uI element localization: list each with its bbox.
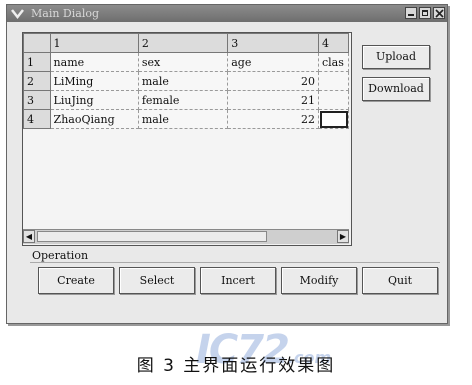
table-cell[interactable]: ZhaoQiang (49, 109, 139, 129)
title-bar[interactable]: Main Dialog (7, 5, 447, 22)
quit-button[interactable]: Quit (362, 267, 438, 294)
window-title: Main Dialog (31, 7, 99, 20)
select-button[interactable]: Select (119, 267, 195, 294)
modify-button[interactable]: Modify (281, 267, 357, 294)
table-cell[interactable]: LiMing (49, 71, 139, 91)
table-viewport[interactable]: 1 2 3 4 1 name sex age clas 2 LiMing mal… (23, 33, 349, 229)
download-button[interactable]: Download (362, 77, 430, 101)
minimize-icon[interactable] (405, 7, 417, 19)
column-header[interactable]: 2 (137, 33, 229, 53)
column-header[interactable]: 1 (49, 33, 139, 53)
data-table[interactable]: 1 2 3 4 1 name sex age clas 2 LiMing mal… (22, 32, 352, 246)
row-header[interactable]: 3 (23, 90, 51, 110)
student-grid[interactable]: 1 2 3 4 1 name sex age clas 2 LiMing mal… (23, 33, 349, 129)
close-icon[interactable] (433, 7, 445, 19)
chevron-down-icon[interactable] (11, 7, 24, 20)
table-cell[interactable]: male (137, 109, 229, 129)
horizontal-scrollbar[interactable]: ◀ ▶ (23, 229, 349, 244)
table-cell[interactable]: male (137, 71, 229, 91)
table-row: 2 LiMing male 20 (23, 71, 349, 91)
selected-cell[interactable] (318, 109, 349, 129)
table-cell[interactable]: sex (137, 52, 229, 72)
table-row: 3 LiuJing female 21 (23, 90, 349, 110)
insert-button[interactable]: Incert (200, 267, 276, 294)
table-cell[interactable]: 21 (227, 90, 319, 110)
table-cell[interactable]: LiuJing (49, 90, 139, 110)
create-button[interactable]: Create (38, 267, 114, 294)
figure-caption: 图 3 主界面运行效果图 (136, 356, 336, 376)
corner-cell[interactable] (23, 33, 51, 53)
table-cell[interactable] (318, 71, 349, 91)
upload-button[interactable]: Upload (362, 45, 430, 69)
column-header[interactable]: 3 (227, 33, 319, 53)
operation-group-label: Operation (32, 249, 89, 262)
row-header[interactable]: 4 (23, 109, 51, 129)
maximize-icon[interactable] (419, 7, 431, 19)
table-cell[interactable]: 22 (227, 109, 319, 129)
table-cell[interactable]: female (137, 90, 229, 110)
table-cell[interactable] (318, 90, 349, 110)
row-header[interactable]: 2 (23, 71, 51, 91)
table-cell[interactable]: name (49, 52, 139, 72)
table-cell[interactable]: age (227, 52, 319, 72)
table-cell[interactable]: 20 (227, 71, 319, 91)
row-header[interactable]: 1 (23, 52, 51, 72)
table-row: 4 ZhaoQiang male 22 (23, 109, 349, 129)
column-header[interactable]: 4 (318, 33, 349, 53)
scroll-right-icon[interactable]: ▶ (337, 230, 349, 243)
header-row: 1 2 3 4 (23, 33, 349, 53)
scrollbar-thumb[interactable] (37, 231, 267, 242)
scroll-left-icon[interactable]: ◀ (23, 230, 35, 243)
table-cell[interactable]: clas (318, 52, 349, 72)
table-row: 1 name sex age clas (23, 52, 349, 72)
